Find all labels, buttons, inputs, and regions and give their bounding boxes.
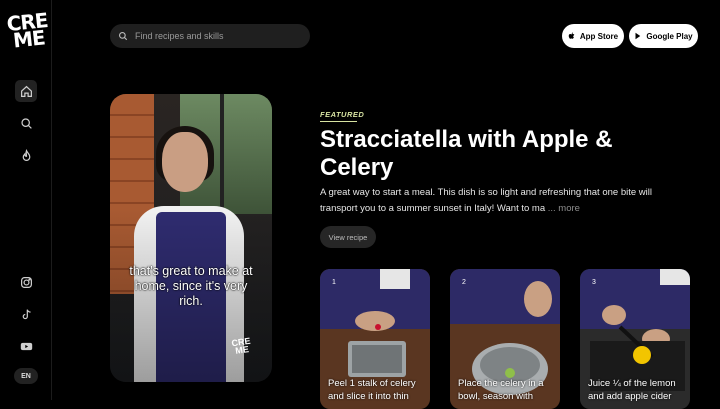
language-selector[interactable]: EN [14,368,38,384]
search-bar[interactable] [110,24,310,48]
creme-logo[interactable]: CRE ME [0,8,58,53]
step-text: Juice ¼ of the lemon and add apple cider [588,378,676,402]
step-card[interactable]: 2 Place the celery in a bowl, season wit… [450,269,560,409]
tiktok-icon [22,308,31,319]
step-card[interactable]: 3 Juice ¼ of the lemon and add apple cid… [580,269,690,409]
recipe-description: A great way to start a meal. This dish i… [320,185,660,216]
recipe-title: Stracciatella with Apple & Celery [320,126,613,181]
search-icon [119,32,128,41]
step-text: Place the celery in a bowl, season with [458,378,544,402]
featured-tag: FEATURED [320,110,365,119]
app-store-label: App Store [579,31,619,41]
step-number: 3 [592,279,596,286]
recipe-description-text: A great way to start a meal. This dish i… [320,187,652,214]
step-number: 1 [332,279,336,286]
google-play-button[interactable]: Google Play [629,24,698,48]
featured-video[interactable]: that's great to make at home, since it's… [110,94,272,382]
step-text: Peel 1 stalk of celery and slice it into… [328,378,416,402]
video-watermark-logo: CRE ME [231,336,252,356]
apple-icon [568,32,575,39]
sidebar-item-instagram[interactable] [15,271,37,293]
sidebar-item-home[interactable] [15,80,37,102]
sidebar-item-trending[interactable] [15,144,37,166]
home-icon [20,85,32,97]
sidebar-item-youtube[interactable] [15,335,37,357]
sidebar-item-search[interactable] [15,112,37,134]
flame-icon [22,148,30,161]
sidebar: CRE ME EN [0,0,52,400]
step-number: 2 [462,279,466,286]
app-store-button[interactable]: App Store [562,24,624,48]
video-subtitle: that's great to make at home, since it's… [129,264,253,308]
search-icon [20,117,32,129]
google-play-icon [635,32,641,40]
more-link[interactable]: ... more [548,203,580,214]
youtube-icon [20,342,32,350]
view-recipe-button[interactable]: View recipe [320,226,376,248]
featured-tag-underline [320,121,357,122]
search-input[interactable] [133,30,307,42]
instagram-icon [20,276,32,288]
step-card[interactable]: 1 Peel 1 stalk of celery and slice it in… [320,269,430,409]
watermark-line-2: ME [234,344,250,356]
google-play-label: Google Play [646,31,693,41]
sidebar-item-tiktok[interactable] [15,303,37,325]
